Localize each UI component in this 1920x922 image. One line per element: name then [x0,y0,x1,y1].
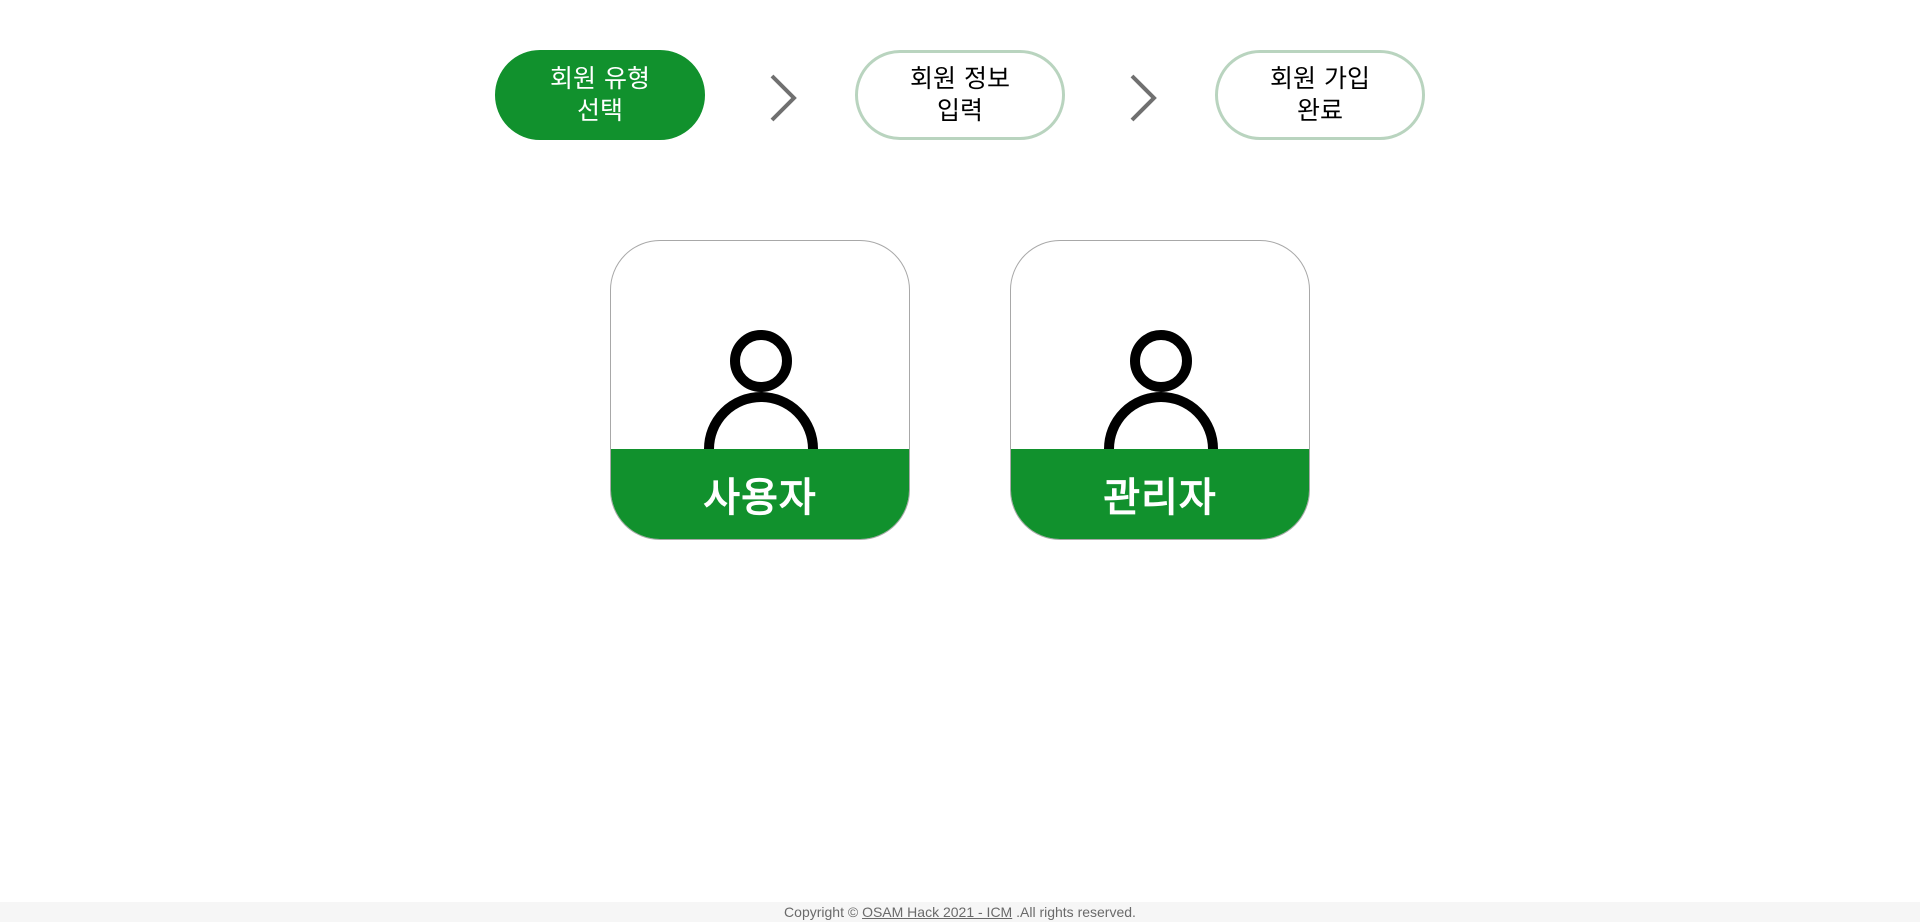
admin-card-label: 관리자 [1011,449,1309,539]
step-select-member-type[interactable]: 회원 유형 선택 [495,50,705,140]
card-icon-area [1011,241,1309,451]
step-label: 회원 유형 선택 [550,64,650,125]
chevron-right-icon [770,74,797,122]
step-enter-member-info[interactable]: 회원 정보 입력 [855,50,1065,140]
footer-copyright-prefix: Copyright © [784,904,863,920]
signup-stepper: 회원 유형 선택 회원 정보 입력 회원 가입 완료 [0,50,1920,140]
person-icon [1104,330,1218,451]
footer-copyright-suffix: .All rights reserved. [1012,904,1136,920]
user-card-label: 사용자 [611,449,909,539]
step-signup-complete[interactable]: 회원 가입 완료 [1215,50,1425,140]
person-icon [704,330,818,451]
step-label: 회원 정보 입력 [910,64,1010,125]
step-label: 회원 가입 완료 [1270,64,1370,125]
user-type-card[interactable]: 사용자 [610,240,910,540]
signup-type-page: 회원 유형 선택 회원 정보 입력 회원 가입 완료 사용자 관리자 Copyr… [0,0,1920,922]
footer: Copyright © OSAM Hack 2021 - ICM .All ri… [0,902,1920,922]
chevron-right-icon [1130,74,1157,122]
footer-link[interactable]: OSAM Hack 2021 - ICM [862,904,1012,920]
admin-type-card[interactable]: 관리자 [1010,240,1310,540]
card-icon-area [611,241,909,451]
